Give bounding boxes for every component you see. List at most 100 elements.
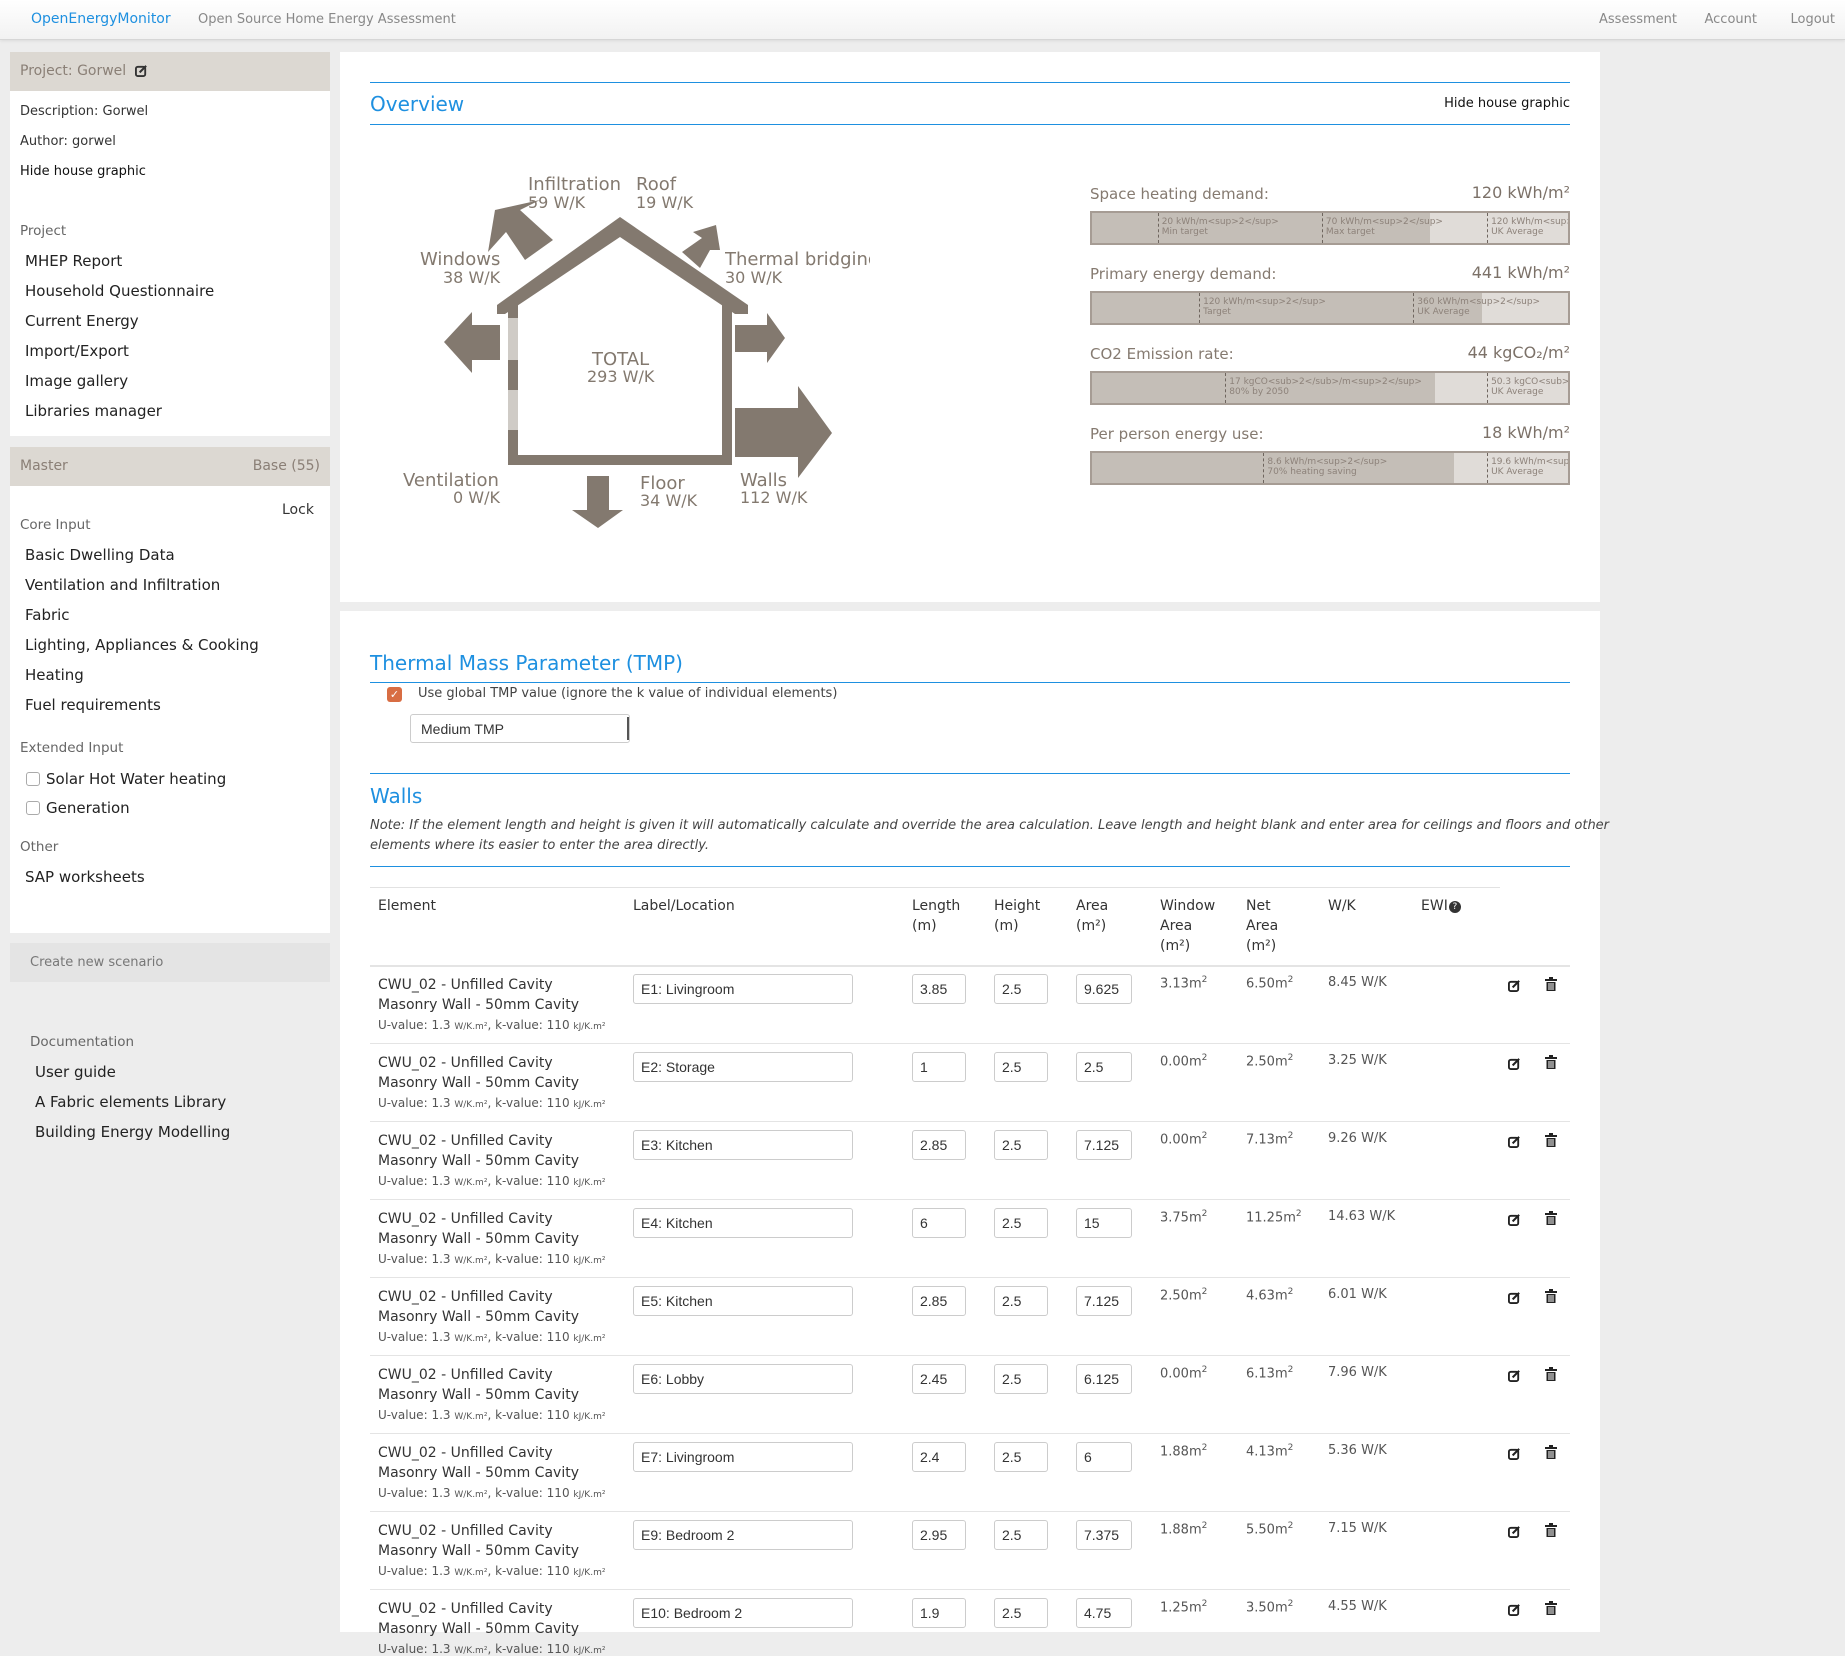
- label-input[interactable]: E2: Storage: [633, 1052, 853, 1082]
- metric-title: Primary energy demand:: [1090, 265, 1277, 283]
- label-input[interactable]: E6: Lobby: [633, 1364, 853, 1394]
- scenario-header[interactable]: Master Base (55): [10, 447, 330, 486]
- element-values: U-value: 1.3 W/K.m², k-value: 110 kJ/K.m…: [378, 1018, 606, 1032]
- sidebar-item-mhep-report[interactable]: MHEP Report: [25, 252, 122, 270]
- tmp-select[interactable]: Medium TMP: [410, 714, 630, 743]
- label-input[interactable]: E10: Bedroom 2: [633, 1598, 853, 1628]
- core-input-label: Core Input: [20, 517, 91, 533]
- tmp-global-checkbox[interactable]: ✓: [387, 687, 402, 702]
- help-icon[interactable]: ?: [1448, 901, 1461, 913]
- length-input[interactable]: 3.85: [912, 974, 966, 1004]
- doc-fabric-library-link[interactable]: A Fabric elements Library: [35, 1093, 226, 1111]
- delete-element-icon[interactable]: [1545, 1132, 1557, 1151]
- edit-element-icon[interactable]: [1508, 1055, 1521, 1074]
- length-input[interactable]: 2.95: [912, 1520, 966, 1550]
- sidebar-hide-house-graphic[interactable]: Hide house graphic: [20, 164, 146, 179]
- length-input[interactable]: 2.4: [912, 1442, 966, 1472]
- height-input[interactable]: 2.5: [994, 1130, 1048, 1160]
- sidebar-item-fuel-requirements[interactable]: Fuel requirements: [25, 696, 161, 714]
- height-input[interactable]: 2.5: [994, 1442, 1048, 1472]
- area-input[interactable]: 7.125: [1076, 1286, 1132, 1316]
- create-scenario-button[interactable]: Create new scenario: [10, 943, 330, 982]
- edit-element-icon[interactable]: [1508, 1523, 1521, 1542]
- delete-element-icon[interactable]: [1545, 1366, 1557, 1385]
- label-input[interactable]: E3: Kitchen: [633, 1130, 853, 1160]
- delete-element-icon[interactable]: [1545, 1210, 1557, 1229]
- sidebar-item-import-export[interactable]: Import/Export: [25, 342, 129, 360]
- sidebar-item-household-questionnaire[interactable]: Household Questionnaire: [25, 282, 214, 300]
- marker-label: 80% by 2050: [1229, 387, 1289, 397]
- sidebar-item-generation[interactable]: Generation: [26, 799, 130, 817]
- height-input[interactable]: 2.5: [994, 974, 1048, 1004]
- nav-assessment-link[interactable]: Assessment: [1599, 12, 1677, 27]
- sidebar-item-solar-hot-water[interactable]: Solar Hot Water heating: [26, 770, 226, 788]
- length-input[interactable]: 2.45: [912, 1364, 966, 1394]
- nav-logout-link[interactable]: Logout: [1790, 12, 1835, 27]
- label-input[interactable]: E1: Livingroom: [633, 974, 853, 1004]
- label-input[interactable]: E7: Livingroom: [633, 1442, 853, 1472]
- label-input[interactable]: E5: Kitchen: [633, 1286, 853, 1316]
- label-input[interactable]: E9: Bedroom 2: [633, 1520, 853, 1550]
- solar-hot-water-checkbox[interactable]: [26, 772, 40, 786]
- nav-account-link[interactable]: Account: [1705, 12, 1758, 27]
- metric-bar: 120 kWh/m<sup>2</sup> Target 360 kWh/m<sup…: [1090, 291, 1570, 325]
- sidebar-item-current-energy[interactable]: Current Energy: [25, 312, 139, 330]
- height-input[interactable]: 2.5: [994, 1520, 1048, 1550]
- area-input[interactable]: 6.125: [1076, 1364, 1132, 1394]
- edit-project-icon[interactable]: [134, 64, 148, 81]
- length-input[interactable]: 2.85: [912, 1286, 966, 1316]
- delete-element-icon[interactable]: [1545, 1054, 1557, 1073]
- brand-link[interactable]: OpenEnergyMonitor: [31, 11, 171, 27]
- area-input[interactable]: 7.375: [1076, 1520, 1132, 1550]
- sidebar-item-fabric[interactable]: Fabric: [25, 606, 70, 624]
- edit-element-icon[interactable]: [1508, 1289, 1521, 1308]
- sidebar-item-heating[interactable]: Heating: [25, 666, 84, 684]
- edit-element-icon[interactable]: [1508, 1367, 1521, 1386]
- net-area-value: 2.50m2: [1246, 1053, 1294, 1070]
- element-name-line2: Masonry Wall - 50mm Cavity: [378, 1621, 579, 1637]
- edit-element-icon[interactable]: [1508, 1133, 1521, 1152]
- area-input[interactable]: 7.125: [1076, 1130, 1132, 1160]
- height-input[interactable]: 2.5: [994, 1286, 1048, 1316]
- length-input[interactable]: 6: [912, 1208, 966, 1238]
- edit-element-icon[interactable]: [1508, 1445, 1521, 1464]
- delete-element-icon[interactable]: [1545, 1444, 1557, 1463]
- sidebar-item-basic-dwelling-data[interactable]: Basic Dwelling Data: [25, 546, 175, 564]
- sidebar-item-image-gallery[interactable]: Image gallery: [25, 372, 128, 390]
- length-input[interactable]: 1: [912, 1052, 966, 1082]
- area-input[interactable]: 2.5: [1076, 1052, 1132, 1082]
- hide-house-graphic-link[interactable]: Hide house graphic: [1444, 96, 1570, 111]
- sidebar-item-libraries-manager[interactable]: Libraries manager: [25, 402, 162, 420]
- sidebar-item-ventilation[interactable]: Ventilation and Infiltration: [25, 576, 220, 594]
- delete-element-icon[interactable]: [1545, 1522, 1557, 1541]
- area-input[interactable]: 15: [1076, 1208, 1132, 1238]
- delete-element-icon[interactable]: [1545, 976, 1557, 995]
- height-input[interactable]: 2.5: [994, 1598, 1048, 1628]
- sidebar-item-sap-worksheets[interactable]: SAP worksheets: [25, 868, 145, 886]
- height-input[interactable]: 2.5: [994, 1208, 1048, 1238]
- lock-button[interactable]: Lock: [282, 502, 314, 518]
- doc-building-energy-link[interactable]: Building Energy Modelling: [35, 1123, 230, 1141]
- edit-element-icon[interactable]: [1508, 1211, 1521, 1230]
- sidebar-item-lighting[interactable]: Lighting, Appliances & Cooking: [25, 636, 259, 654]
- area-input[interactable]: 6: [1076, 1442, 1132, 1472]
- generation-checkbox[interactable]: [26, 801, 40, 815]
- height-input[interactable]: 2.5: [994, 1364, 1048, 1394]
- edit-element-icon[interactable]: [1508, 1601, 1521, 1620]
- metric-bar: 8.6 kWh/m<sup>2</sup> 70% heating saving 1…: [1090, 451, 1570, 485]
- doc-user-guide-link[interactable]: User guide: [35, 1063, 116, 1081]
- element-name: CWU_02 - Unfilled Cavity: [378, 977, 553, 993]
- label-input[interactable]: E4: Kitchen: [633, 1208, 853, 1238]
- area-input[interactable]: 4.75: [1076, 1598, 1132, 1628]
- documentation-label: Documentation: [30, 1034, 135, 1050]
- delete-element-icon[interactable]: [1545, 1600, 1557, 1619]
- row-divider: [370, 1043, 1570, 1044]
- length-input[interactable]: 2.85: [912, 1130, 966, 1160]
- delete-element-icon[interactable]: [1545, 1288, 1557, 1307]
- height-input[interactable]: 2.5: [994, 1052, 1048, 1082]
- length-input[interactable]: 1.9: [912, 1598, 966, 1628]
- element-name-line2: Masonry Wall - 50mm Cavity: [378, 1309, 579, 1325]
- row-divider: [370, 1511, 1570, 1512]
- area-input[interactable]: 9.625: [1076, 974, 1132, 1004]
- edit-element-icon[interactable]: [1508, 977, 1521, 996]
